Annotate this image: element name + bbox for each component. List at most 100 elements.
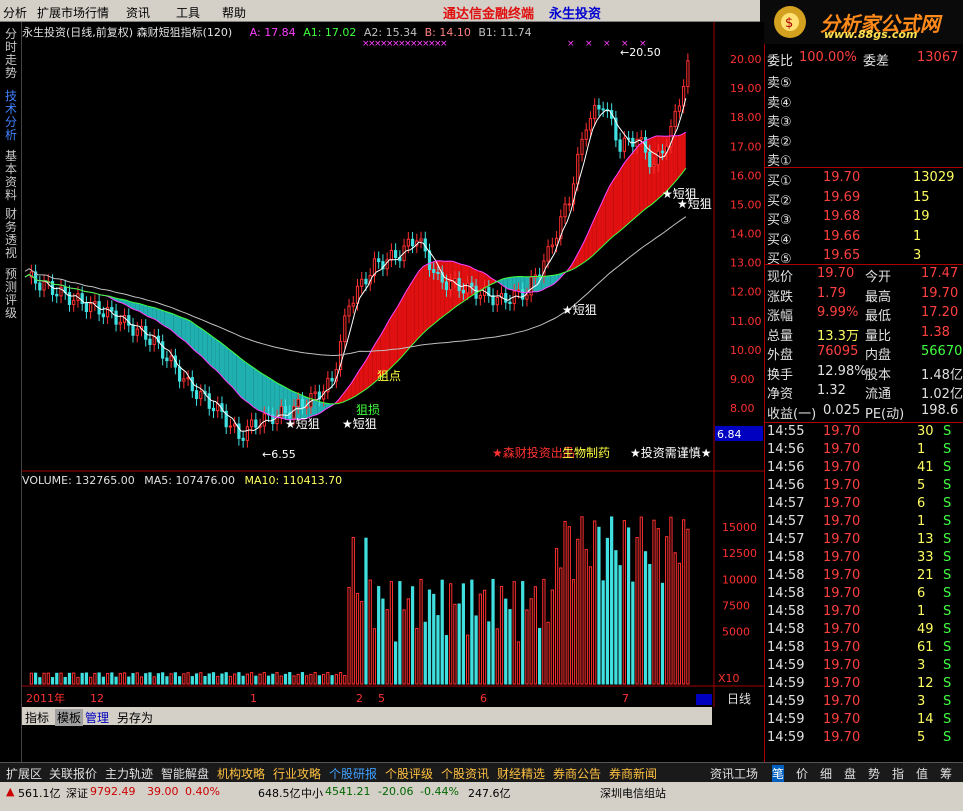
quote-cell: 198.6: [921, 402, 959, 418]
toolstrip-tab[interactable]: 关联报价: [49, 765, 97, 782]
menu-help[interactable]: 帮助: [222, 4, 246, 21]
volume-bar: [538, 627, 542, 685]
quote-view-tab[interactable]: 价: [796, 765, 808, 782]
indicator-b: B: 14.10: [424, 26, 471, 39]
quote-cell: 14:59: [767, 658, 805, 673]
toolstrip-tab[interactable]: 扩展区: [6, 765, 42, 782]
quote-cell: 19.70: [823, 586, 861, 601]
candle-body: [165, 357, 169, 362]
quote-view-tab[interactable]: 筹: [940, 765, 952, 782]
status-bar: ▲ 561.1亿 深证 9792.49 39.00 0.40% 648.5亿 中…: [0, 782, 963, 811]
volume-bar: [165, 676, 169, 685]
toolstrip-tab[interactable]: 财经精选: [497, 765, 545, 782]
last-price-value: 6.84: [717, 428, 742, 441]
toolstrip-tab[interactable]: 行业攻略: [273, 765, 321, 782]
trend-band-segment: [177, 315, 182, 339]
volume-bar: [186, 672, 190, 685]
price-axis-tick: 20.00: [730, 53, 762, 66]
candle-body: [389, 250, 394, 261]
volume-unit-label: X10: [718, 672, 740, 685]
quote-cell: 3: [913, 248, 922, 263]
sell-level-row: 卖⑤: [767, 72, 961, 91]
menu-news[interactable]: 资讯: [126, 4, 150, 21]
quote-cell: 流通: [865, 387, 892, 402]
quote-cell: 3: [917, 694, 926, 709]
toolstrip-tab[interactable]: 智能解盘: [161, 765, 209, 782]
quote-view-tab[interactable]: 盘: [844, 765, 856, 782]
candle-body: [588, 118, 593, 131]
candle-body: [406, 238, 410, 247]
tab-template[interactable]: 模板: [55, 709, 84, 726]
stat-row: 总量 13.3万 量比 1.38: [767, 325, 961, 344]
quote-cell: 19.69: [823, 189, 861, 205]
toolstrip-tab[interactable]: 券商公告: [553, 765, 601, 782]
volume-bar: [326, 672, 330, 685]
nav-intraday[interactable]: 分时走势: [5, 28, 18, 80]
toolstrip-tab[interactable]: 主力轨迹: [105, 765, 153, 782]
tab-manage[interactable]: 管理: [85, 709, 109, 726]
nav-fundamentals[interactable]: 基本资料: [5, 150, 18, 202]
trend-band-segment: [245, 361, 250, 404]
candle-body: [313, 391, 317, 395]
volume-bar: [660, 582, 665, 685]
quote-view-tab[interactable]: 笔: [772, 765, 785, 782]
quote-view-tab[interactable]: 细: [820, 765, 832, 782]
volume-bar: [554, 548, 559, 685]
indicator-a: A: 17.84: [249, 26, 296, 39]
candle-body: [648, 151, 652, 168]
volume-bar: [101, 676, 105, 685]
toolstrip-tab[interactable]: 机构攻略: [217, 765, 265, 782]
candle-body: [101, 313, 105, 318]
toolstrip-tab[interactable]: 个股资讯: [441, 765, 489, 782]
menu-ext-market[interactable]: 扩展市场行情: [37, 4, 109, 21]
candle-body: [93, 301, 97, 305]
quote-cell: 19.70: [823, 478, 861, 493]
volume-bar: [563, 520, 567, 685]
logo-url: www.88gs.com: [824, 28, 918, 41]
quote-panel: 委比 100.00% 委差 13067 卖⑤ 卖④ 卖③ 卖② 卖① 买① 19.70 13029 买②…: [727, 44, 963, 762]
quote-cell: 1.48亿: [921, 367, 963, 383]
menu-analysis[interactable]: 分析: [3, 4, 27, 21]
volume-axis-tick: 12500: [722, 547, 757, 560]
nav-technical[interactable]: 技术分析: [5, 90, 18, 142]
quote-cell: S: [943, 658, 952, 673]
candle-body: [449, 280, 453, 291]
candle-body: [72, 299, 76, 305]
tab-indicator[interactable]: 指标: [25, 709, 49, 726]
quote-view-tab[interactable]: 势: [868, 765, 880, 782]
quote-cell: 买④: [767, 232, 792, 248]
toolstrip-tab[interactable]: 个股研报: [329, 765, 377, 782]
toolstrip-tab[interactable]: 券商新闻: [609, 765, 657, 782]
quote-view-tab[interactable]: 资讯工场: [710, 765, 758, 782]
candle-body: [410, 238, 415, 247]
candle-body: [249, 419, 254, 428]
menu-tools[interactable]: 工具: [176, 4, 200, 21]
quote-cell: 14:58: [767, 550, 805, 565]
quote-cell: S: [943, 478, 952, 493]
volume-bar: [521, 581, 525, 685]
nav-financials[interactable]: 财务透视: [5, 208, 18, 260]
volume-bar: [516, 641, 521, 685]
quote-cell: 19.70: [823, 712, 861, 727]
quote-cell: 19.70: [921, 285, 959, 301]
candle-body: [576, 153, 580, 185]
volume-bar: [203, 675, 207, 685]
toolstrip-tab[interactable]: 个股评级: [385, 765, 433, 782]
volume-bar: [46, 672, 50, 685]
nav-forecast[interactable]: 预测评级: [5, 268, 18, 320]
quote-view-tab[interactable]: 指: [892, 765, 904, 782]
tab-save-as[interactable]: 另存为: [117, 709, 153, 726]
volume-bar: [499, 586, 504, 685]
quote-cell: 收益(一): [767, 406, 817, 422]
volume-bar: [423, 621, 427, 685]
volume-bar: [571, 579, 576, 685]
kline-chart-area[interactable]: 20.0019.0018.0017.0016.0015.0014.0013.00…: [22, 22, 764, 707]
quote-cell: 17.20: [921, 305, 959, 320]
period-label[interactable]: 日线: [727, 690, 751, 707]
price-axis-tick: 13.00: [730, 257, 762, 270]
status-sme-amount: 247.6亿: [468, 787, 511, 800]
quote-cell: S: [943, 514, 952, 529]
volume-bar: [432, 593, 436, 685]
quote-view-tab[interactable]: 值: [916, 765, 928, 782]
volume-bar: [453, 603, 457, 685]
